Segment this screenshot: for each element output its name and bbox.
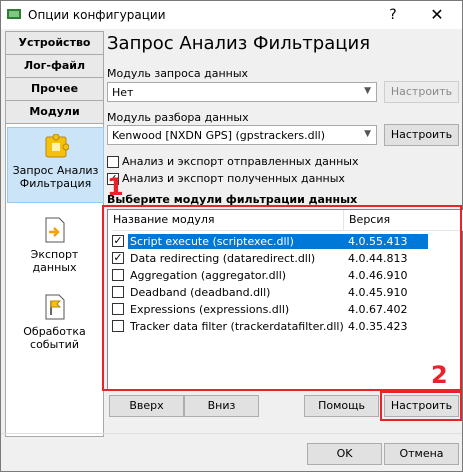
parse-module-label: Модуль разбора данных: [107, 111, 249, 124]
sidebar-item-data-export[interactable]: Экспорт данных: [7, 210, 102, 280]
sent-data-label: Анализ и экспорт отправленных данных: [122, 155, 359, 168]
query-module-value: Нет: [112, 86, 134, 99]
ok-button[interactable]: OK: [307, 443, 382, 465]
window-title: Опции конфигурации: [28, 8, 166, 22]
close-button[interactable]: ✕: [425, 5, 449, 25]
filter-puzzle-icon: [45, 134, 69, 158]
query-module-label: Модуль запроса данных: [107, 67, 249, 80]
footer-divider: [1, 433, 462, 434]
sidebar-item-label: Запрос Анализ Фильтрация: [12, 164, 99, 190]
help-module-button[interactable]: Помощь: [304, 395, 379, 417]
sidebar-tab-other[interactable]: Прочее: [6, 78, 103, 101]
parse-module-value: Kenwood [NXDN GPS] (gpstrackers.dll): [112, 129, 326, 142]
page-title: Запрос Анализ Фильтрация: [107, 33, 371, 54]
chevron-down-icon: ▼: [364, 129, 371, 139]
app-icon: [7, 9, 21, 19]
chevron-down-icon: ▼: [364, 86, 371, 96]
title-bar: Опции конфигурации ? ✕: [1, 1, 462, 29]
annotation-box-2: [380, 391, 462, 421]
sidebar-item-query-analysis-filter[interactable]: Запрос Анализ Фильтрация: [7, 127, 104, 203]
query-config-button[interactable]: Настроить: [384, 81, 459, 103]
annotation-number-1: 1: [107, 173, 124, 201]
annotation-number-2: 2: [431, 361, 448, 389]
parse-module-select[interactable]: Kenwood [NXDN GPS] (gpstrackers.dll) ▼: [107, 125, 377, 145]
sidebar-item-label: Обработка событий: [23, 325, 86, 351]
help-button[interactable]: ?: [383, 5, 403, 25]
sidebar-tab-modules[interactable]: Модули: [6, 101, 103, 124]
annotation-box-1: [102, 205, 462, 391]
sidebar-item-event-processing[interactable]: Обработка событий: [7, 287, 102, 357]
cancel-button[interactable]: Отмена: [384, 443, 459, 465]
move-up-button[interactable]: Вверх: [109, 395, 184, 417]
sidebar: Устройство Лог-файл Прочее Модули Запрос…: [5, 31, 104, 437]
move-down-button[interactable]: Вниз: [184, 395, 259, 417]
sidebar-item-label: Экспорт данных: [30, 248, 79, 274]
sidebar-tab-device[interactable]: Устройство: [6, 32, 103, 55]
sent-data-checkbox[interactable]: [107, 156, 119, 168]
received-data-label: Анализ и экспорт полученных данных: [122, 172, 345, 185]
parse-config-button[interactable]: Настроить: [384, 124, 459, 146]
export-icon: [45, 217, 64, 243]
config-options-window: Опции конфигурации ? ✕ Устройство Лог-фа…: [0, 0, 463, 472]
query-module-select[interactable]: Нет ▼: [107, 82, 377, 102]
sidebar-tab-logfile[interactable]: Лог-файл: [6, 55, 103, 78]
event-flag-icon: [45, 294, 64, 320]
